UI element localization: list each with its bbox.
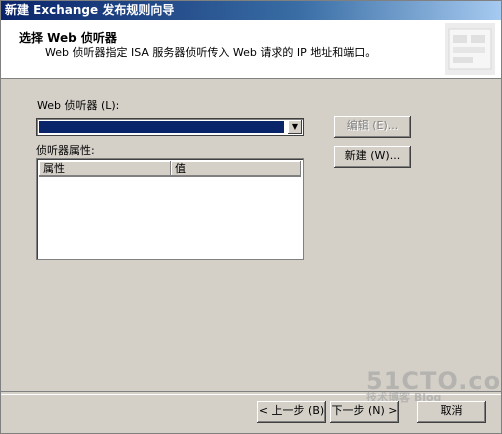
listener-dropdown[interactable]: ▼ xyxy=(36,118,304,136)
wizard-header-graphic xyxy=(445,23,495,75)
cancel-button[interactable]: 取消 xyxy=(417,401,486,423)
next-button[interactable]: 下一步 (N) > xyxy=(330,401,399,423)
column-value[interactable]: 值 xyxy=(171,161,301,176)
new-button[interactable]: 新建 (W)... xyxy=(334,146,411,168)
back-button[interactable]: < 上一步 (B) xyxy=(257,401,326,423)
column-property[interactable]: 属性 xyxy=(39,161,171,176)
list-header: 属性 值 xyxy=(39,161,301,177)
edit-button[interactable]: 编辑 (E)... xyxy=(334,116,411,138)
watermark: 51CTO.com 技术博客 Blog xyxy=(366,367,502,405)
wizard-window: 新建 Exchange 发布规则向导 选择 Web 侦听器 Web 侦听器指定 … xyxy=(0,0,502,434)
window-title: 新建 Exchange 发布规则向导 xyxy=(5,3,175,17)
listener-label: Web 侦听器 (L): xyxy=(37,99,120,112)
properties-label: 侦听器属性: xyxy=(36,144,95,157)
properties-list[interactable]: 属性 值 xyxy=(36,158,304,260)
wizard-header: 选择 Web 侦听器 Web 侦听器指定 ISA 服务器侦听传入 Web 请求的… xyxy=(1,20,501,79)
page-description: Web 侦听器指定 ISA 服务器侦听传入 Web 请求的 IP 地址和端口。 xyxy=(45,46,377,59)
chevron-down-icon[interactable]: ▼ xyxy=(287,120,302,134)
title-bar: 新建 Exchange 发布规则向导 xyxy=(1,1,501,20)
listener-selected-value xyxy=(39,121,284,133)
